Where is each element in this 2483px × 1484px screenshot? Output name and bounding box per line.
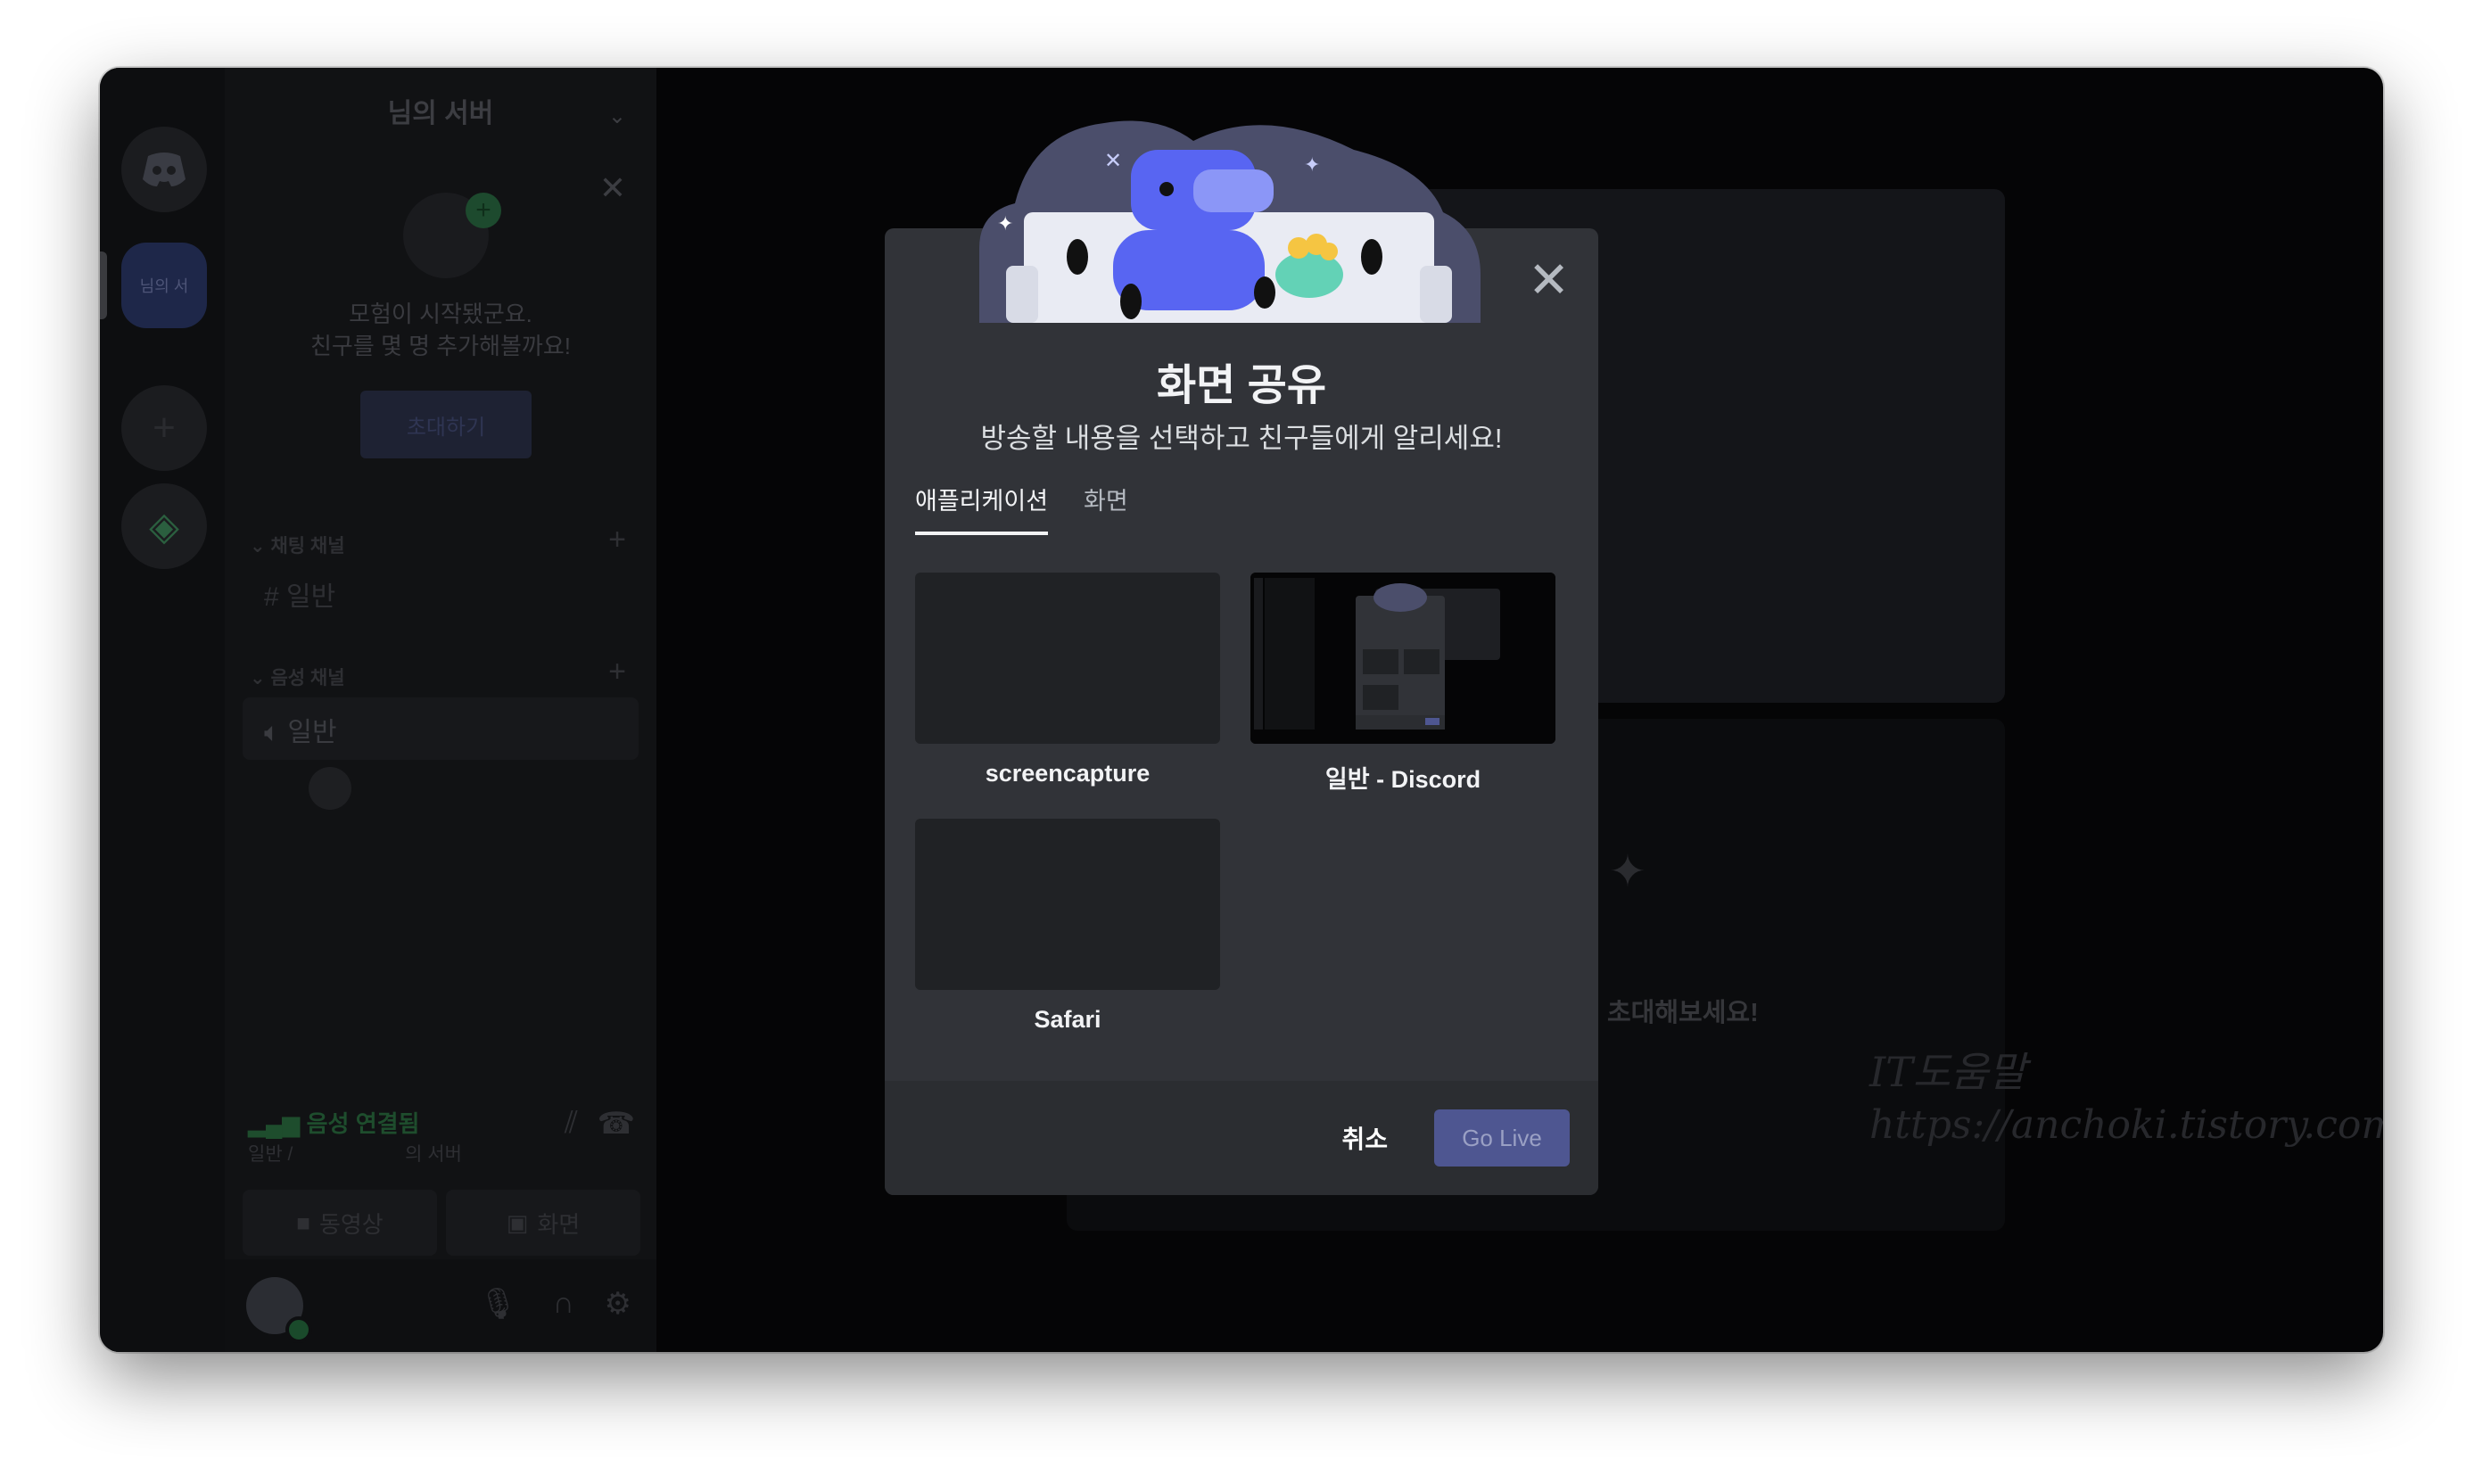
source-thumbnail — [915, 819, 1220, 990]
svg-text:✕: ✕ — [1104, 149, 1122, 173]
add-server-button[interactable]: + — [121, 385, 207, 471]
server-rail: 님의 서 + ◈ — [100, 68, 225, 1352]
explore-button[interactable]: ◈ — [121, 483, 207, 569]
channel-sidebar: 님의 서버 ⌄ ✕ + 모험이 시작됐군요. 친구를 몇 명 추가해볼까요! 초… — [225, 68, 656, 1352]
voice-member-avatar[interactable] — [309, 767, 351, 810]
user-panel: 🎙︎ ∩ ⚙ — [225, 1259, 656, 1352]
go-live-illustration: ✕ ✦ ✦ — [979, 120, 1481, 323]
main-invite-text: 초대해보세요! — [1607, 999, 1759, 1027]
compass-icon: ◈ — [149, 504, 179, 548]
welcome-line-1: 모험이 시작됐군요. — [349, 301, 532, 327]
server-header[interactable]: 님의 서버 — [225, 68, 656, 153]
microphone-icon[interactable]: 🎙︎ — [479, 1286, 517, 1322]
source-label: screencapture — [985, 760, 1151, 787]
server-name: 님의 서버 — [387, 99, 494, 128]
text-channel-label: 일반 — [286, 582, 336, 612]
voice-location-suffix: 의 서버 — [405, 1144, 462, 1165]
modal-subtitle: 방송할 내용을 선택하고 친구들에게 알리세요! — [980, 423, 1503, 454]
source-label: 일반 - Discord — [1324, 766, 1481, 793]
plus-icon: + — [153, 406, 176, 449]
cancel-button[interactable]: 취소 — [1341, 1120, 1388, 1156]
voice-channel-label: 일반 — [287, 718, 337, 747]
go-live-label: Go Live — [1462, 1124, 1542, 1151]
voice-status-label: 음성 연결됨 — [306, 1110, 420, 1137]
voice-location-prefix: 일반 / — [248, 1144, 293, 1165]
add-friend-icon: + — [466, 193, 501, 228]
invite-button-label: 초대하기 — [406, 415, 486, 440]
text-channel-general[interactable]: # 일반 — [264, 574, 335, 614]
voice-channel-general[interactable]: 🔈︎ 일반 — [264, 710, 337, 749]
app-window: 님의 서 + ◈ 님의 서버 ⌄ ✕ + 모험이 시작됐군요. 친구를 몇 명 … — [100, 68, 2383, 1352]
noise-suppression-icon[interactable]: ⫽ — [565, 1106, 578, 1141]
source-thumbnail — [915, 573, 1220, 744]
close-icon[interactable]: ✕ — [599, 169, 626, 207]
invite-button[interactable]: 초대하기 — [360, 391, 532, 458]
discord-window-preview — [1250, 573, 1555, 744]
watermark-url: https://anchoki.tistory.com — [1869, 1102, 2383, 1148]
sparkle-icon: ✦ — [1609, 846, 1646, 896]
camera-icon: ■ — [296, 1208, 310, 1236]
source-discord[interactable]: 일반 - Discord — [1250, 573, 1555, 795]
source-thumbnail — [1250, 573, 1555, 744]
voice-connection-panel: ▂▄▆ 음성 연결됨 일반 / 의 서버 ⫽ ☎ ■ 동영상 ▣ 화면 — [225, 1092, 656, 1256]
voice-category[interactable]: ⌄ 음성 채널 — [250, 664, 345, 690]
hash-icon: # — [264, 582, 287, 612]
svg-text:✦: ✦ — [1304, 153, 1320, 176]
close-modal-icon[interactable]: ✕ — [1528, 255, 1570, 305]
voice-connected-status[interactable]: ▂▄▆ 음성 연결됨 — [248, 1106, 419, 1139]
modal-footer: 취소 Go Live — [885, 1081, 1598, 1195]
screen-button-label: 화면 — [537, 1210, 581, 1238]
watermark-title: IT도움말 — [1869, 1048, 2026, 1096]
discord-logo-icon — [143, 153, 186, 186]
voice-category-label: 음성 채널 — [270, 668, 345, 688]
source-screencapture[interactable]: screencapture — [915, 573, 1220, 787]
screen-share-button[interactable]: ▣ 화면 — [446, 1190, 640, 1256]
go-live-button[interactable]: Go Live — [1434, 1109, 1570, 1167]
chevron-down-icon[interactable]: ⌄ — [608, 103, 626, 129]
text-category-label: 채팅 채널 — [270, 536, 345, 556]
video-button[interactable]: ■ 동영상 — [243, 1190, 437, 1256]
source-safari[interactable]: Safari — [915, 819, 1220, 1034]
welcome-line-2: 친구를 몇 명 추가해볼까요! — [309, 333, 571, 359]
modal-title: 화면 공유 — [1157, 362, 1326, 409]
screen-icon: ▣ — [506, 1208, 529, 1236]
disconnect-icon[interactable]: ☎ — [598, 1106, 635, 1142]
source-tabs: 애플리케이션 화면 — [915, 482, 1128, 535]
signal-icon: ▂▄▆ — [248, 1110, 307, 1137]
add-voice-channel-icon[interactable]: + — [608, 655, 626, 689]
tab-applications[interactable]: 애플리케이션 — [915, 482, 1049, 535]
video-button-label: 동영상 — [318, 1210, 384, 1238]
source-label: Safari — [1034, 1006, 1101, 1033]
svg-text:✦: ✦ — [997, 212, 1013, 235]
add-text-channel-icon[interactable]: + — [608, 523, 626, 557]
screen-share-modal: ✕ ✦ ✦ ✕ 화면 공유 방송할 내용을 선택하고 친구들에게 알리세요! 애… — [885, 120, 1598, 1195]
active-server-indicator — [100, 251, 107, 319]
server-icon-label: 님의 서 — [139, 277, 189, 295]
text-category[interactable]: ⌄ 채팅 채널 — [250, 532, 345, 558]
headphones-icon[interactable]: ∩ — [553, 1286, 574, 1321]
home-button[interactable] — [121, 127, 207, 212]
voice-location: 일반 / 의 서버 — [248, 1140, 462, 1167]
speaker-icon: 🔈︎ — [264, 718, 288, 747]
server-icon[interactable]: 님의 서 — [121, 243, 207, 328]
tab-screens[interactable]: 화면 — [1084, 482, 1128, 535]
online-status-dot — [285, 1316, 312, 1343]
settings-gear-icon[interactable]: ⚙ — [605, 1286, 631, 1322]
